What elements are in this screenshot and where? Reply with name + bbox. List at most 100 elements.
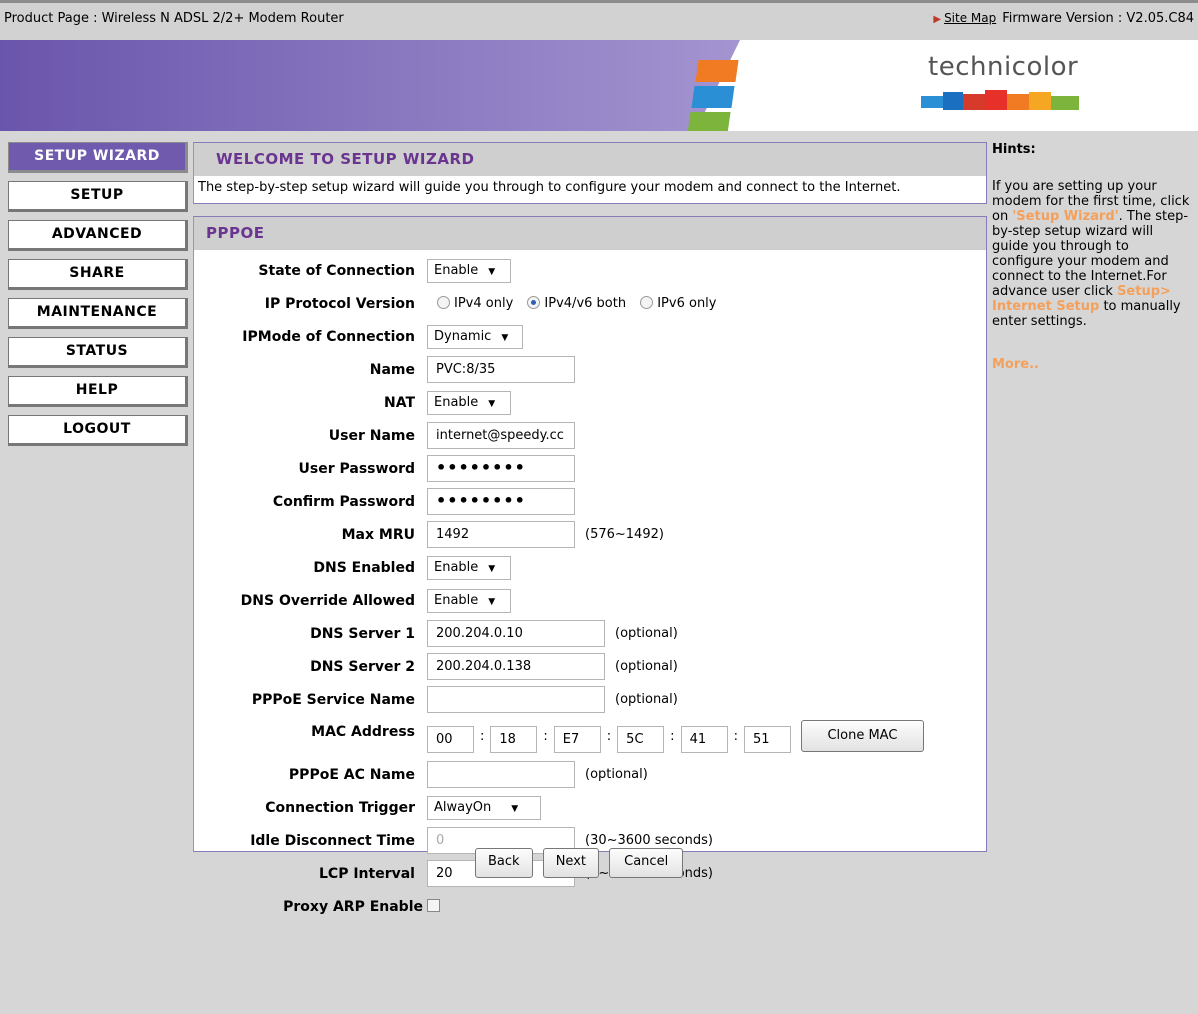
technicolor-logo: technicolor	[928, 52, 1079, 82]
row-password: User Password ••••••••	[194, 452, 986, 485]
next-button[interactable]: Next	[542, 848, 599, 878]
service-name-input[interactable]	[427, 686, 605, 713]
welcome-panel: WELCOME TO SETUP WIZARD The step-by-step…	[193, 142, 987, 204]
chevron-down-icon: ▼	[488, 563, 496, 574]
dns-enabled-value: Enable	[434, 559, 479, 575]
username-input[interactable]: internet@speedy.cc	[427, 422, 575, 449]
dns1-input[interactable]: 200.204.0.10	[427, 620, 605, 647]
state-select[interactable]: Enable ▼	[427, 258, 511, 283]
mac-octet-6[interactable]: 51	[743, 726, 791, 753]
banner-stripe-green	[687, 112, 731, 131]
dns2-hint: (optional)	[615, 659, 678, 674]
banner-stripe-orange	[695, 60, 739, 82]
nat-value: Enable	[434, 394, 479, 410]
mac-octet-5[interactable]: 41	[680, 726, 728, 753]
row-username: User Name internet@speedy.cc	[194, 419, 986, 452]
label-mru: Max MRU	[341, 526, 415, 543]
nav-setup-wizard[interactable]: SETUP WIZARD	[8, 142, 188, 173]
top-bar: Product Page : Wireless N ADSL 2/2+ Mode…	[0, 0, 1198, 40]
clone-mac-button[interactable]: Clone MAC	[800, 720, 924, 752]
row-confirm: Confirm Password ••••••••	[194, 485, 986, 518]
label-nat: NAT	[383, 394, 415, 411]
row-name: Name PVC:8/35	[194, 353, 986, 386]
action-bar: Back Next Cancel	[475, 848, 689, 878]
trigger-value: AlwayOn	[434, 799, 492, 815]
idle-hint: (30~3600 seconds)	[585, 833, 713, 848]
trigger-select[interactable]: AlwayOn ▼	[427, 795, 541, 820]
hints-title: Hints:	[992, 142, 1036, 157]
row-dns2: DNS Server 2 200.204.0.138 (optional)	[194, 650, 986, 683]
dns-enabled-select[interactable]: Enable ▼	[427, 555, 511, 580]
nav-advanced[interactable]: ADVANCED	[8, 220, 188, 251]
hints-setup-wizard-link[interactable]: 'Setup Wizard'	[1012, 209, 1118, 224]
nav-status[interactable]: STATUS	[8, 337, 188, 368]
name-input[interactable]: PVC:8/35	[427, 356, 575, 383]
row-proxy-arp: Proxy ARP Enable	[194, 890, 986, 923]
cancel-button[interactable]: Cancel	[609, 848, 684, 878]
dns2-input[interactable]: 200.204.0.138	[427, 653, 605, 680]
password-input[interactable]: ••••••••	[427, 455, 575, 482]
radio-ipv4-only[interactable]	[437, 296, 450, 309]
back-button[interactable]: Back	[475, 848, 533, 878]
nav-maintenance[interactable]: MAINTENANCE	[8, 298, 188, 329]
hints-panel: Hints: If you are setting up your modem …	[992, 142, 1192, 372]
banner-purple-band	[0, 40, 740, 131]
row-ipmode: IPMode of Connection Dynamic ▼	[194, 320, 986, 353]
mac-octet-3[interactable]: E7	[553, 726, 601, 753]
hints-more-link[interactable]: More..	[992, 357, 1192, 372]
label-lcp: LCP Interval	[319, 865, 415, 882]
label-idle: Idle Disconnect Time	[250, 832, 415, 849]
label-ip-protocol: IP Protocol Version	[264, 295, 415, 312]
mac-octet-2[interactable]: 18	[490, 726, 538, 753]
ipmode-value: Dynamic	[434, 328, 492, 344]
nav-share[interactable]: SHARE	[8, 259, 188, 290]
chevron-down-icon: ▼	[488, 596, 496, 607]
chevron-down-icon: ▼	[511, 803, 519, 814]
welcome-title: WELCOME TO SETUP WIZARD	[194, 143, 986, 176]
label-trigger: Connection Trigger	[265, 799, 415, 816]
label-dns1: DNS Server 1	[310, 625, 415, 642]
mru-hint: (576~1492)	[585, 527, 664, 542]
row-ac-name: PPPoE AC Name (optional)	[194, 758, 986, 791]
chevron-down-icon: ▼	[501, 332, 509, 343]
label-proxy-arp: Proxy ARP Enable	[283, 898, 423, 915]
row-mac: MAC Address 00:18: E7:5C:41:51 Clone MAC	[194, 716, 986, 758]
label-dns2: DNS Server 2	[310, 658, 415, 675]
confirm-password-input[interactable]: ••••••••	[427, 488, 575, 515]
ac-name-input[interactable]	[427, 761, 575, 788]
label-ipmode: IPMode of Connection	[242, 328, 415, 345]
ac-name-hint: (optional)	[585, 767, 648, 782]
site-map-link[interactable]: Site Map	[944, 11, 996, 25]
label-service: PPPoE Service Name	[251, 691, 415, 708]
nav-help[interactable]: HELP	[8, 376, 188, 407]
row-dns1: DNS Server 1 200.204.0.10 (optional)	[194, 617, 986, 650]
row-dns-override: DNS Override Allowed Enable ▼	[194, 584, 986, 617]
radio-ipv6-only[interactable]	[640, 296, 654, 309]
main-content: WELCOME TO SETUP WIZARD The step-by-step…	[193, 142, 987, 915]
mac-octet-1[interactable]: 00	[427, 726, 474, 753]
product-title: Product Page : Wireless N ADSL 2/2+ Mode…	[4, 11, 344, 26]
mac-octet-4[interactable]: 5C	[617, 726, 665, 753]
arrow-right-icon: ▶	[933, 14, 942, 25]
label-mac: MAC Address	[311, 724, 415, 740]
nav-setup[interactable]: SETUP	[8, 181, 188, 212]
mru-input[interactable]: 1492	[427, 521, 575, 548]
pppoe-panel: PPPOE State of Connection Enable ▼ IP Pro…	[193, 216, 987, 915]
pppoe-form: State of Connection Enable ▼ IP Protocol …	[194, 254, 986, 923]
row-trigger: Connection Trigger AlwayOn ▼	[194, 791, 986, 824]
nav-logout[interactable]: LOGOUT	[8, 415, 188, 446]
label-username: User Name	[328, 427, 415, 444]
label-name: Name	[369, 361, 415, 378]
ipmode-select[interactable]: Dynamic ▼	[427, 324, 523, 349]
label-confirm: Confirm Password	[272, 493, 415, 510]
label-password: User Password	[298, 460, 415, 477]
row-dns-enabled: DNS Enabled Enable ▼	[194, 551, 986, 584]
nat-select[interactable]: Enable ▼	[427, 390, 511, 415]
proxy-arp-checkbox[interactable]	[427, 899, 440, 912]
row-mru: Max MRU 1492 (576~1492)	[194, 518, 986, 551]
dns-override-select[interactable]: Enable ▼	[427, 588, 511, 613]
radio-ipv4v6-both[interactable]	[527, 296, 541, 309]
radio-ipv4v6-both-label: IPv4/v6 both	[544, 296, 627, 311]
dns1-hint: (optional)	[615, 626, 678, 641]
row-ip-protocol: IP Protocol Version IPv4 only IPv4/v6 bo…	[194, 287, 986, 320]
